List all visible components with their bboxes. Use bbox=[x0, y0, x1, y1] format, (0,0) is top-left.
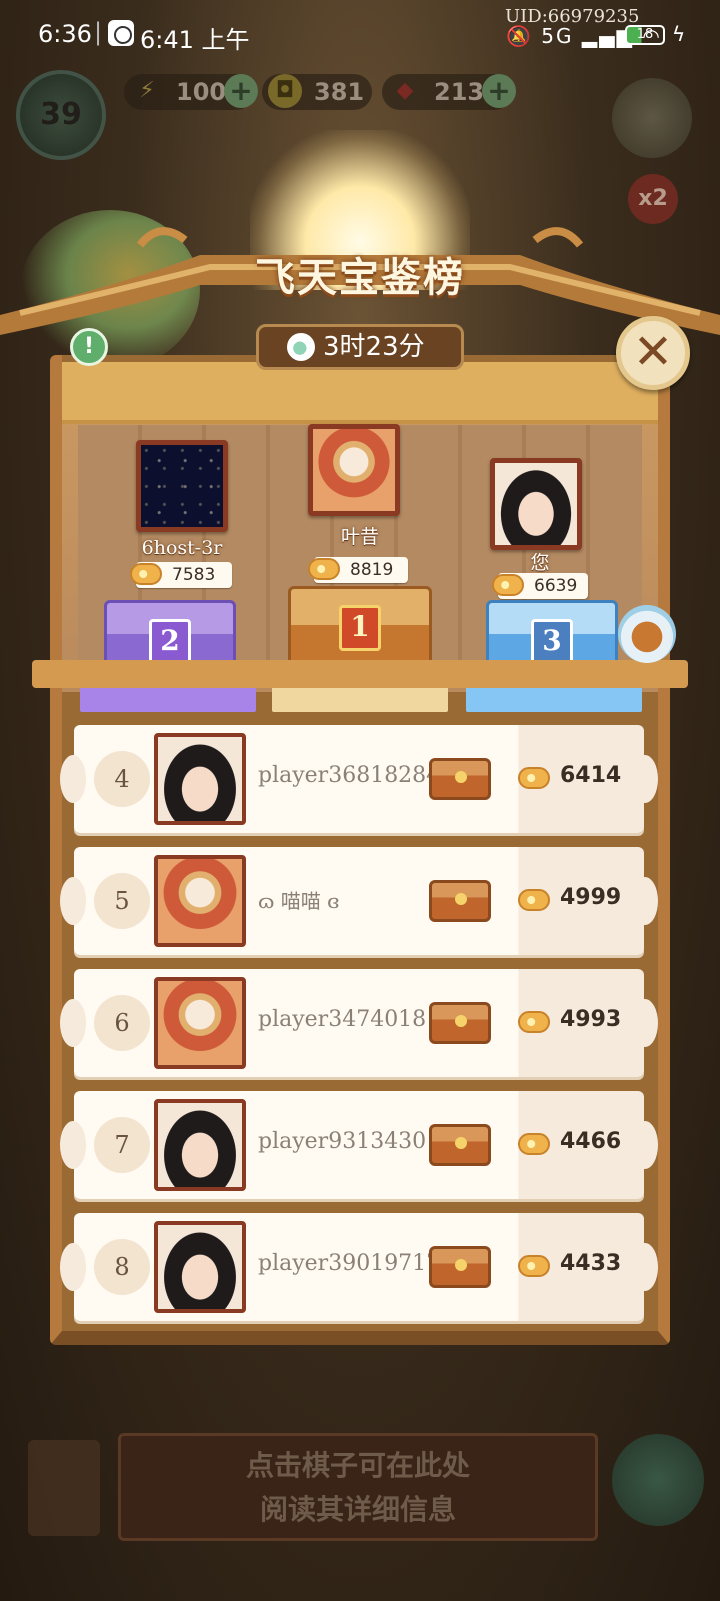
player-score: 4999 bbox=[560, 885, 622, 910]
coin-value: 381 bbox=[314, 78, 365, 106]
piece-info-hint: 点击棋子可在此处 阅读其详细信息 bbox=[118, 1433, 598, 1541]
lucky-pouch-icon[interactable] bbox=[618, 605, 676, 663]
player-score: 4993 bbox=[560, 1007, 622, 1032]
player-name: player39019717 bbox=[258, 1251, 441, 1276]
player-avatar[interactable] bbox=[154, 1221, 246, 1313]
coin-icon: ◘ bbox=[268, 74, 302, 108]
podium-name-rank-2: 6host-3r bbox=[141, 537, 223, 559]
player-avatar[interactable] bbox=[154, 855, 246, 947]
stage-floor bbox=[32, 660, 688, 688]
rank-number: 5 bbox=[94, 873, 150, 929]
info-icon: ! bbox=[83, 334, 95, 359]
coin-counter[interactable]: ◘ 381 bbox=[262, 74, 372, 110]
cloud-score-icon bbox=[518, 1255, 550, 1277]
network-type: 5G bbox=[541, 24, 574, 48]
ranking-row-4[interactable]: 4 player36818284 6414 bbox=[60, 725, 658, 833]
timer-value: 3时23分 bbox=[323, 332, 425, 362]
cloud-score-icon bbox=[518, 767, 550, 789]
rank-number: 7 bbox=[94, 1117, 150, 1173]
player-avatar[interactable] bbox=[154, 733, 246, 825]
add-gem-button[interactable]: + bbox=[482, 74, 516, 108]
podium-score-rank-2: 7583 bbox=[130, 562, 232, 588]
player-score: 6414 bbox=[560, 763, 622, 788]
shop-building-icon[interactable] bbox=[612, 78, 692, 158]
add-energy-button[interactable]: + bbox=[224, 74, 258, 108]
player-name: player36818284 bbox=[258, 763, 441, 788]
player-level-badge[interactable]: 39 bbox=[16, 70, 106, 160]
status-bar: 6:36 | 6:41 上午 UID:66979235 🔕 5G ▂▄▆ ◠ 1… bbox=[0, 0, 720, 70]
podium-avatar-rank-3[interactable] bbox=[490, 458, 582, 550]
battery-icon: 18 bbox=[625, 25, 665, 45]
podium-score-value-rank-1: 8819 bbox=[350, 560, 394, 580]
podium-score-value-rank-3: 6639 bbox=[534, 576, 578, 596]
close-icon: ✕ bbox=[632, 324, 674, 380]
countdown-timer: 3时23分 bbox=[256, 324, 464, 370]
chest-icon[interactable] bbox=[429, 758, 491, 800]
leaderboard-title: 飞天宝鉴榜 bbox=[255, 254, 465, 301]
ranking-row-6[interactable]: 6 player3474018 4993 bbox=[60, 969, 658, 1077]
status-time: 6:36 bbox=[38, 20, 92, 48]
player-avatar[interactable] bbox=[154, 1099, 246, 1191]
cloud-score-icon bbox=[518, 1011, 550, 1033]
rank-badge-3: 3 bbox=[531, 619, 573, 665]
podium-name-rank-3: 您 bbox=[530, 552, 550, 574]
chest-icon[interactable] bbox=[429, 1002, 491, 1044]
rank-badge-2: 2 bbox=[149, 619, 191, 665]
status-separator: | bbox=[94, 18, 103, 46]
podium-avatar-rank-2[interactable] bbox=[136, 440, 228, 532]
player-name: player9313430 bbox=[258, 1129, 427, 1154]
gem-icon: ◆ bbox=[396, 78, 414, 103]
ranking-row-7[interactable]: 7 player9313430 4466 bbox=[60, 1091, 658, 1199]
hint-line-1: 点击棋子可在此处 bbox=[245, 1449, 470, 1482]
chest-icon[interactable] bbox=[429, 1246, 491, 1288]
charging-icon: ϟ bbox=[672, 22, 686, 46]
rank-number: 4 bbox=[94, 751, 150, 807]
cloud-score-icon bbox=[492, 574, 524, 596]
ranking-row-8[interactable]: 8 player39019717 4433 bbox=[60, 1213, 658, 1321]
pavilion-icon[interactable] bbox=[612, 1434, 704, 1526]
ranking-row-5[interactable]: 5 ɷ 喵喵 ɞ 4999 bbox=[60, 847, 658, 955]
hint-line-2: 阅读其详细信息 bbox=[259, 1493, 456, 1526]
cabinet-icon[interactable] bbox=[28, 1440, 100, 1536]
chest-icon[interactable] bbox=[429, 880, 491, 922]
gem-counter[interactable]: ◆ 213 + bbox=[382, 74, 516, 110]
gem-value: 213 bbox=[434, 78, 485, 106]
podium-score-rank-1: 8819 bbox=[308, 557, 408, 583]
energy-value: 100 bbox=[176, 78, 227, 106]
player-name: player3474018 bbox=[258, 1007, 427, 1032]
player-name: ɷ 喵喵 ɞ bbox=[258, 889, 340, 913]
energy-icon: ⚡ bbox=[139, 78, 155, 103]
clock-icon bbox=[108, 20, 134, 46]
cloud-score-icon bbox=[308, 558, 340, 580]
podium-avatar-rank-1[interactable] bbox=[308, 424, 400, 516]
podium-name-rank-1: 叶昔 bbox=[340, 526, 379, 548]
cloud-score-icon bbox=[518, 889, 550, 911]
cloud-score-icon bbox=[518, 1133, 550, 1155]
player-score: 4433 bbox=[560, 1251, 622, 1276]
cloud-score-icon bbox=[130, 563, 162, 585]
player-avatar[interactable] bbox=[154, 977, 246, 1069]
podium-score-rank-3: 6639 bbox=[492, 573, 588, 599]
status-time-secondary: 6:41 上午 bbox=[140, 26, 250, 54]
chest-icon[interactable] bbox=[429, 1124, 491, 1166]
energy-counter[interactable]: ⚡ 100 + bbox=[124, 74, 258, 110]
close-button[interactable]: ✕ bbox=[616, 316, 690, 390]
rank-number: 8 bbox=[94, 1239, 150, 1295]
rank-badge-1: 1 bbox=[339, 605, 381, 651]
timer-icon bbox=[287, 333, 315, 361]
stage-curtain bbox=[62, 362, 658, 424]
podium-score-value-rank-2: 7583 bbox=[172, 565, 216, 585]
player-score: 4466 bbox=[560, 1129, 622, 1154]
info-button[interactable]: ! bbox=[70, 328, 108, 366]
leaderboard-title-plaque: 飞天宝鉴榜 bbox=[160, 240, 560, 316]
rank-number: 6 bbox=[94, 995, 150, 1051]
